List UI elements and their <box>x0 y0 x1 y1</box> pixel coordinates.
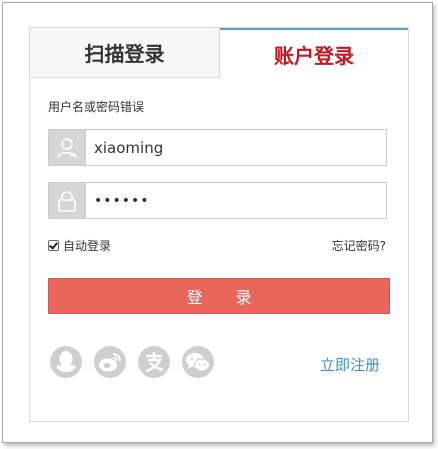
auto-login[interactable]: 自动登录 <box>48 237 111 254</box>
tab-qr-login[interactable]: 扫描登录 <box>30 28 220 78</box>
login-panel: 扫描登录 账户登录 用户名或密码错误 xiaoming •••••• 自动登录 … <box>29 27 409 422</box>
lock-icon <box>49 183 86 218</box>
login-tabs: 扫描登录 账户登录 <box>30 28 408 78</box>
social-login-row <box>50 346 214 378</box>
user-icon <box>49 130 86 165</box>
login-button[interactable]: 登 录 <box>48 278 390 314</box>
wechat-icon[interactable] <box>182 346 214 378</box>
username-field[interactable]: xiaoming <box>48 129 387 166</box>
register-link[interactable]: 立即注册 <box>320 354 380 375</box>
auto-login-label: 自动登录 <box>63 239 112 253</box>
username-input[interactable]: xiaoming <box>86 130 386 165</box>
alipay-icon[interactable] <box>138 346 170 378</box>
forgot-password-link[interactable]: 忘记密码? <box>332 237 386 254</box>
qq-icon[interactable] <box>50 346 82 378</box>
auto-login-checkbox[interactable] <box>48 240 59 251</box>
dialog-frame: 扫描登录 账户登录 用户名或密码错误 xiaoming •••••• 自动登录 … <box>2 2 433 443</box>
weibo-icon[interactable] <box>94 346 126 378</box>
password-input[interactable]: •••••• <box>86 183 386 218</box>
error-message: 用户名或密码错误 <box>48 100 145 114</box>
password-field[interactable]: •••••• <box>48 182 387 219</box>
tab-account-login[interactable]: 账户登录 <box>220 28 408 78</box>
